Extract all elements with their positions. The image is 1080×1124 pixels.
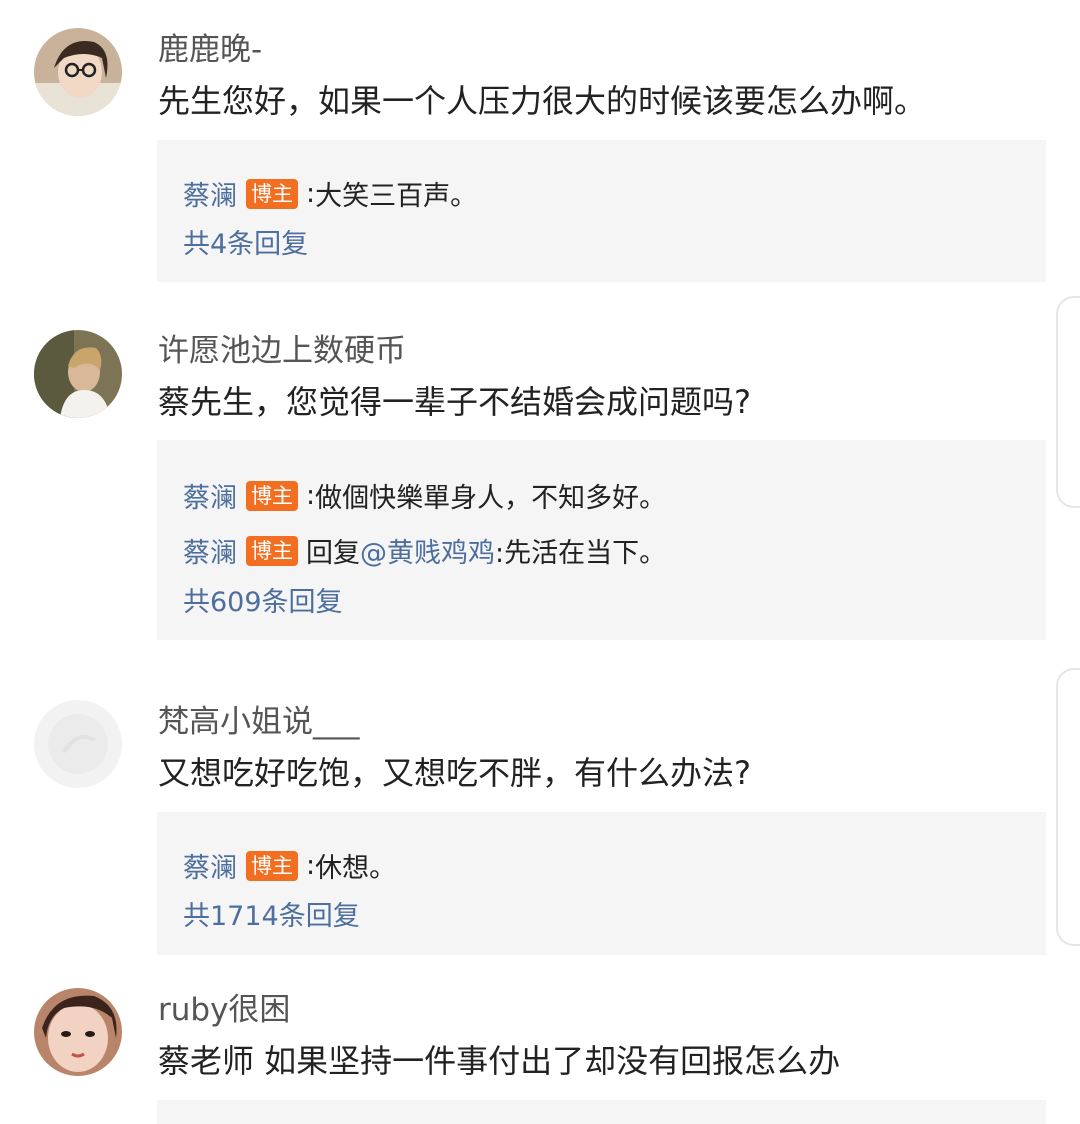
comment-text: 蔡先生，您觉得一辈子不结婚会成问题吗? — [158, 383, 751, 421]
reply-box[interactable]: 蔡澜 博主 : 大笑三百声。 共4条回复 — [157, 140, 1046, 282]
reply-box[interactable]: 蔡澜 博主 : 休想。 共1714条回复 — [157, 812, 1046, 955]
reply-line: 蔡澜 博主 : 休想。 — [183, 846, 396, 885]
reply-count-link[interactable]: 共1714条回复 — [183, 894, 360, 933]
reply-count-link[interactable]: 共4条回复 — [183, 222, 308, 261]
reply-content: :先活在当下。 — [495, 538, 667, 569]
reply-prefix: : — [306, 850, 316, 881]
avatar[interactable] — [34, 330, 122, 418]
author-badge: 博主 — [246, 480, 298, 511]
reply-content: 大笑三百声。 — [315, 181, 478, 212]
username[interactable]: 鹿鹿晚- — [158, 24, 262, 69]
reply-line: 蔡澜 博主 : 大笑三百声。 — [183, 174, 477, 213]
reply-prefix: 回复 — [306, 538, 360, 569]
reply-line: 蔡澜 博主 回复 @黄贱鸡鸡 :先活在当下。 — [183, 531, 666, 570]
reply-author[interactable]: 蔡澜 — [183, 476, 237, 515]
scroll-handle[interactable] — [1056, 668, 1080, 946]
avatar[interactable] — [34, 28, 122, 116]
reply-author[interactable]: 蔡澜 — [183, 846, 237, 885]
reply-mention[interactable]: @黄贱鸡鸡 — [360, 531, 495, 570]
reply-box[interactable] — [157, 1100, 1046, 1124]
comment-text: 蔡老师 如果坚持一件事付出了却没有回报怎么办 — [158, 1042, 841, 1080]
author-badge: 博主 — [246, 535, 298, 566]
scroll-handle[interactable] — [1056, 296, 1080, 508]
reply-author[interactable]: 蔡澜 — [183, 174, 237, 213]
reply-content: 休想。 — [315, 853, 397, 884]
reply-count-link[interactable]: 共609条回复 — [183, 580, 343, 619]
reply-box[interactable]: 蔡澜 博主 : 做個快樂單身人，不知多好。 蔡澜 博主 回复 @黄贱鸡鸡 :先活… — [157, 440, 1046, 640]
author-badge: 博主 — [246, 850, 298, 881]
username[interactable]: 梵高小姐说___ — [158, 696, 360, 741]
comment-text: 先生您好，如果一个人压力很大的时候该要怎么办啊。 — [158, 82, 927, 120]
username[interactable]: ruby很困 — [158, 984, 290, 1029]
reply-prefix: : — [306, 178, 316, 209]
author-badge: 博主 — [246, 178, 298, 209]
avatar[interactable] — [34, 988, 122, 1076]
reply-prefix: : — [306, 480, 316, 511]
reply-content: 做個快樂單身人，不知多好。 — [315, 483, 667, 514]
username[interactable]: 许愿池边上数硬币 — [158, 325, 406, 370]
avatar[interactable] — [34, 700, 122, 788]
comment-text: 又想吃好吃饱，又想吃不胖，有什么办法? — [158, 754, 751, 792]
reply-line: 蔡澜 博主 : 做個快樂單身人，不知多好。 — [183, 476, 666, 515]
reply-author[interactable]: 蔡澜 — [183, 531, 237, 570]
